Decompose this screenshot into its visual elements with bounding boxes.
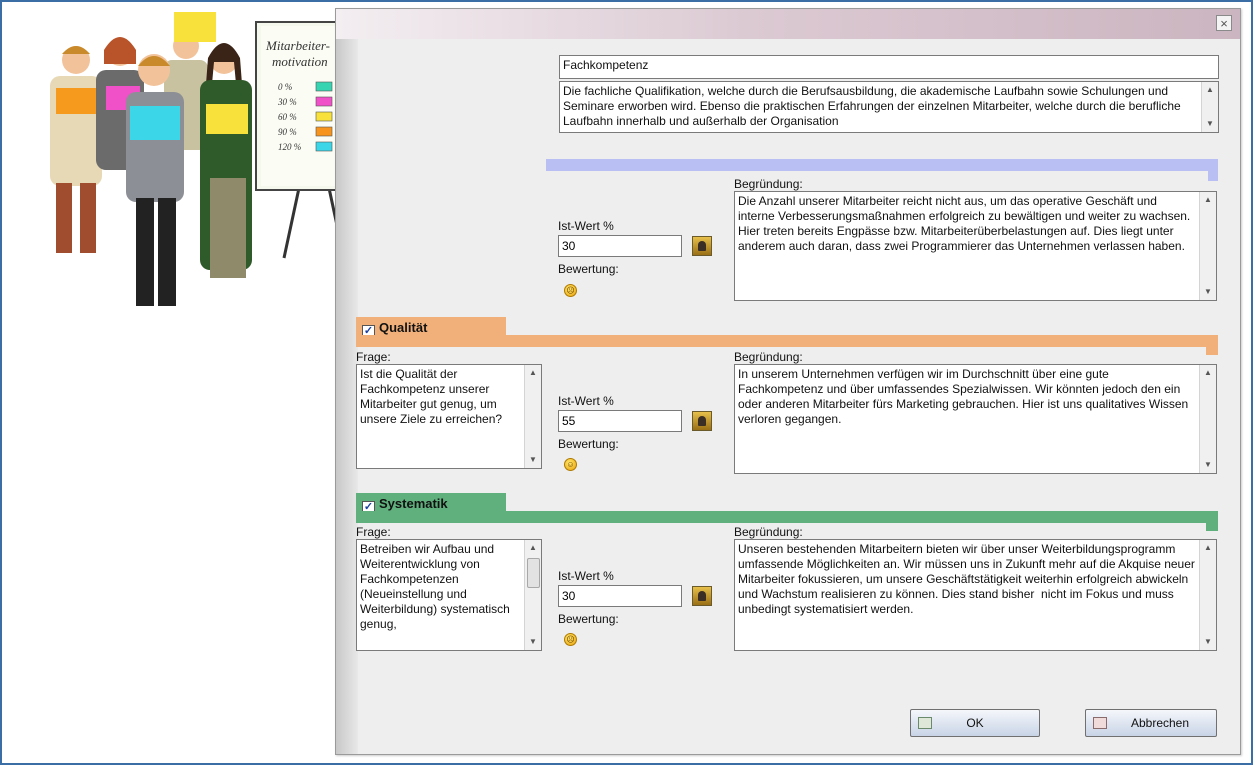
systematik-begruendung-label: Begründung: bbox=[734, 525, 803, 539]
systematik-frage-field[interactable]: Betreiben wir Aufbau und Weiterentwicklu… bbox=[356, 539, 542, 651]
qualitaet-bewertung-label: Bewertung: bbox=[558, 437, 619, 451]
board-row-label: 90 % bbox=[278, 127, 297, 137]
qualitaet-begruendung-text: In unserem Unternehmen verfügen wir im D… bbox=[738, 367, 1192, 426]
board-row-swatch bbox=[315, 126, 333, 137]
section1-ist-label: Ist-Wert % bbox=[558, 219, 614, 233]
description-scrollbar[interactable]: ▲ ▼ bbox=[1201, 82, 1218, 132]
qualitaet-ist-label: Ist-Wert % bbox=[558, 394, 614, 408]
section1-begruendung-label: Begründung: bbox=[734, 177, 803, 191]
title-field-text: Fachkompetenz bbox=[563, 58, 649, 72]
section1-band bbox=[546, 159, 1216, 171]
scroll-up-icon[interactable]: ▲ bbox=[525, 366, 541, 380]
systematik-bewertung-label: Bewertung: bbox=[558, 612, 619, 626]
scroll-up-icon[interactable]: ▲ bbox=[1200, 193, 1216, 207]
scroll-up-icon[interactable]: ▲ bbox=[1200, 541, 1216, 555]
section1-picker-icon[interactable] bbox=[692, 236, 712, 256]
qualitaet-tab-label: Qualität bbox=[379, 320, 428, 335]
description-text: Die fachliche Qualifikation, welche durc… bbox=[563, 84, 1185, 128]
qualitaet-frage-field[interactable]: Ist die Qualität der Fachkompetenz unser… bbox=[356, 364, 542, 469]
qualitaet-band bbox=[356, 335, 1218, 347]
systematik-rating-icon: ☹ bbox=[564, 633, 577, 646]
section1-bewertung-label: Bewertung: bbox=[558, 262, 619, 276]
qualitaet-begruendung-field[interactable]: In unserem Unternehmen verfügen wir im D… bbox=[734, 364, 1217, 474]
left-stripe bbox=[336, 39, 358, 754]
section1-begruendung-text: Die Anzahl unserer Mitarbeiter reicht ni… bbox=[738, 194, 1194, 253]
section1-begruendung-field[interactable]: Die Anzahl unserer Mitarbeiter reicht ni… bbox=[734, 191, 1217, 301]
qualitaet-band-end bbox=[1206, 335, 1218, 355]
qualitaet-begruendung-scrollbar[interactable]: ▲ ▼ bbox=[1199, 365, 1216, 473]
section1-rating-icon: ☹ bbox=[564, 284, 577, 297]
cancel-icon bbox=[1093, 717, 1107, 729]
systematik-band bbox=[356, 511, 1218, 523]
scroll-down-icon[interactable]: ▼ bbox=[525, 635, 541, 649]
systematik-frage-label: Frage: bbox=[356, 525, 391, 539]
board-row-swatch bbox=[315, 141, 333, 152]
scroll-down-icon[interactable]: ▼ bbox=[1200, 635, 1216, 649]
qualitaet-rating-icon: ☺ bbox=[564, 458, 577, 471]
systematik-begruendung-scrollbar[interactable]: ▲ ▼ bbox=[1199, 540, 1216, 650]
board-row-label: 30 % bbox=[277, 97, 297, 107]
person-1 bbox=[50, 46, 102, 253]
qualitaet-picker-icon[interactable] bbox=[692, 411, 712, 431]
ok-button-label: OK bbox=[966, 716, 984, 730]
section1-ist-input[interactable]: 30 bbox=[558, 235, 682, 257]
systematik-ist-input[interactable]: 30 bbox=[558, 585, 682, 607]
systematik-frage-text: Betreiben wir Aufbau und Weiterentwicklu… bbox=[360, 542, 514, 631]
systematik-ist-label: Ist-Wert % bbox=[558, 569, 614, 583]
ok-icon bbox=[918, 717, 932, 729]
section1-band-end bbox=[1208, 159, 1218, 181]
qualitaet-frage-text: Ist die Qualität der Fachkompetenz unser… bbox=[360, 367, 503, 426]
systematik-begruendung-field[interactable]: Unseren bestehenden Mitarbeitern bieten … bbox=[734, 539, 1217, 651]
systematik-frage-scrollbar[interactable]: ▲ ▼ bbox=[524, 540, 541, 650]
qualitaet-begruendung-label: Begründung: bbox=[734, 350, 803, 364]
systematik-picker-icon[interactable] bbox=[692, 586, 712, 606]
board-row-swatch bbox=[315, 111, 333, 122]
systematik-begruendung-text: Unseren bestehenden Mitarbeitern bieten … bbox=[738, 542, 1199, 616]
board-row-swatch bbox=[315, 96, 333, 107]
board-title-1: Mitarbeiter- bbox=[265, 38, 330, 53]
title-field[interactable]: Fachkompetenz bbox=[559, 55, 1219, 79]
scroll-down-icon[interactable]: ▼ bbox=[525, 453, 541, 467]
scroll-down-icon[interactable]: ▼ bbox=[1200, 458, 1216, 472]
board-row-label: 60 % bbox=[278, 112, 297, 122]
section1-scrollbar[interactable]: ▲ ▼ bbox=[1199, 192, 1216, 300]
description-field[interactable]: Die fachliche Qualifikation, welche durc… bbox=[559, 81, 1219, 133]
person-4 bbox=[200, 43, 252, 278]
close-button[interactable]: × bbox=[1216, 15, 1232, 31]
scroll-thumb[interactable] bbox=[527, 558, 540, 588]
qualitaet-ist-input[interactable]: 55 bbox=[558, 410, 682, 432]
board-row-swatch bbox=[315, 81, 333, 92]
cancel-button[interactable]: Abbrechen bbox=[1085, 709, 1217, 737]
systematik-band-end bbox=[1206, 511, 1218, 531]
board-title-2: motivation bbox=[272, 54, 328, 69]
scroll-up-icon[interactable]: ▲ bbox=[1202, 83, 1218, 97]
scroll-up-icon[interactable]: ▲ bbox=[1200, 366, 1216, 380]
assessment-dialog: × Fachkompetenz Die fachliche Qualifikat… bbox=[335, 8, 1241, 755]
scroll-up-icon[interactable]: ▲ bbox=[525, 541, 541, 555]
qualitaet-frage-scrollbar[interactable]: ▲ ▼ bbox=[524, 365, 541, 468]
scroll-down-icon[interactable]: ▼ bbox=[1202, 117, 1218, 131]
board-row-label: 120 % bbox=[278, 142, 301, 152]
scroll-down-icon[interactable]: ▼ bbox=[1200, 285, 1216, 299]
systematik-tab-label: Systematik bbox=[379, 496, 448, 511]
qualitaet-frage-label: Frage: bbox=[356, 350, 391, 364]
dialog-titlebar[interactable]: × bbox=[336, 9, 1240, 39]
board-row-label: 0 % bbox=[278, 82, 292, 92]
cancel-button-label: Abbrechen bbox=[1130, 716, 1190, 730]
ok-button[interactable]: OK bbox=[910, 709, 1040, 737]
